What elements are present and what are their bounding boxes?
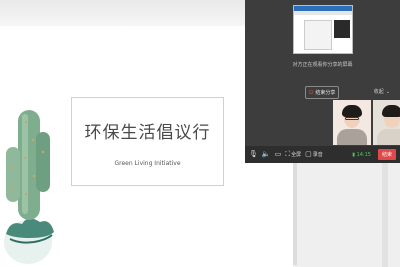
- stop-share-icon: ⏻: [308, 88, 314, 96]
- participant-body: [377, 129, 400, 145]
- call-timer: ▮ 14:15: [352, 152, 371, 158]
- record-icon: ▢: [305, 150, 312, 158]
- desktop-background: [293, 160, 400, 267]
- preview-window: [304, 20, 332, 50]
- title-frame: 环保生活倡议行 Green Living Initiative: [71, 97, 224, 186]
- end-call-button[interactable]: 结束: [377, 149, 396, 160]
- collapse-button[interactable]: 收起 ⌄: [373, 88, 390, 96]
- screen-share-preview[interactable]: [293, 5, 353, 54]
- preview-toolbar: [294, 11, 352, 15]
- participant-glasses: [345, 117, 359, 120]
- record-button[interactable]: ▢ 录音: [305, 150, 323, 159]
- preview-mini-panel: [334, 20, 350, 38]
- participant-hair: [382, 105, 400, 117]
- camera-icon: ▭: [274, 150, 282, 158]
- stop-share-label: 结束分享: [315, 90, 336, 96]
- self-video[interactable]: [373, 100, 400, 145]
- window-edge: [293, 162, 297, 265]
- record-label: 录音: [312, 152, 323, 158]
- microphone-icon: 🎙: [249, 150, 258, 158]
- participant-hair: [342, 105, 362, 117]
- camera-button[interactable]: ▭: [275, 151, 282, 158]
- slide-subtitle: Green Living Initiative: [114, 160, 181, 167]
- chevron-down-icon: ⌄: [385, 88, 390, 95]
- call-timer-value: 14:15: [356, 151, 371, 158]
- fullscreen-label: 全屏: [291, 152, 302, 158]
- window-edge: [382, 160, 388, 267]
- fullscreen-icon: ⛶: [285, 150, 291, 158]
- signal-icon: ▮: [352, 151, 355, 158]
- share-status-text: 对方正在观看你分享的屏幕: [292, 62, 353, 68]
- fullscreen-button[interactable]: ⛶ 全屏: [285, 150, 302, 159]
- slide-title: 环保生活倡议行: [84, 123, 211, 143]
- meeting-toolbar: 🎙 🔈 ▭ ⛶ 全屏 ▢ 录音 ▮ 14:15 结束: [245, 146, 400, 163]
- speaker-button[interactable]: 🔈: [262, 151, 271, 158]
- microphone-button[interactable]: 🎙: [249, 151, 258, 158]
- collapse-label: 收起: [373, 89, 384, 95]
- speaker-icon: 🔈: [261, 150, 271, 158]
- stop-share-button[interactable]: ⏻ 结束分享: [305, 86, 339, 99]
- participant-video[interactable]: [333, 100, 371, 145]
- meeting-panel: 对方正在观看你分享的屏幕 ⏻ 结束分享 收起 ⌄ 🎙 🔈 ▭ ⛶ 全屏 ▢ 录音…: [245, 0, 400, 163]
- cactus-illustration: [4, 110, 54, 264]
- participant-body: [337, 129, 367, 145]
